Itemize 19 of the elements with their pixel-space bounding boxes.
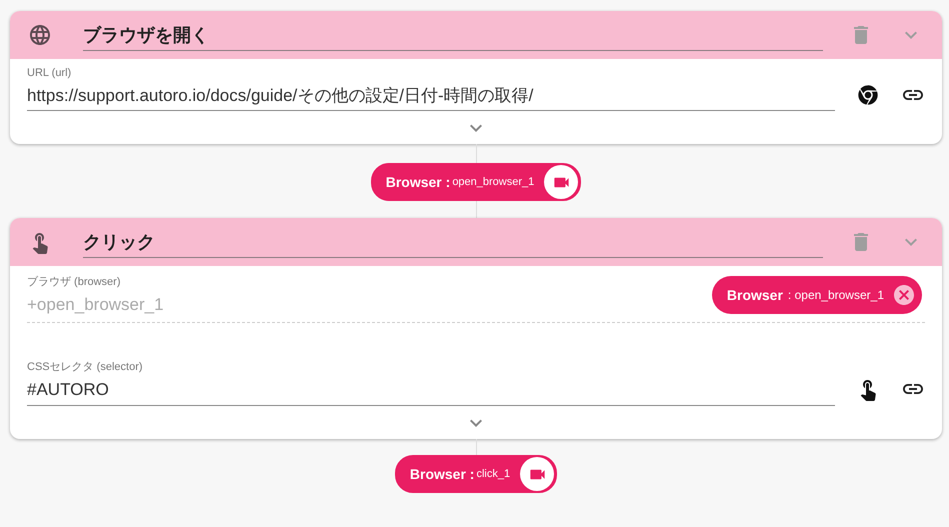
remove-icon[interactable] [892,283,916,307]
step-title[interactable]: クリック [83,226,823,258]
output-label: Browser : [386,174,450,190]
chip-value: : open_browser_1 [788,288,884,302]
globe-icon [28,23,52,47]
chip-label: Browser [726,287,783,303]
output-value: open_browser_1 [452,176,534,188]
text-field[interactable]: https://support.autoro.io/docs/guide/その他の設定/日付-時間の取得/ [27,82,835,111]
field-label: URL (url) [27,67,72,79]
field-label: CSSセレクタ (selector) [27,360,144,374]
chrome-icon[interactable] [858,85,878,105]
output-label: Browser : [410,466,474,482]
text-field[interactable]: #AUTORO [27,377,835,406]
browser-field[interactable]: +open_browser_1 [27,292,712,320]
camera-button[interactable] [544,165,578,199]
camera-button[interactable] [520,457,554,491]
step-title[interactable]: ブラウザを開く [83,20,823,50]
field-label: ブラウザ (browser) [27,274,122,289]
output-value: click_1 [476,468,510,480]
